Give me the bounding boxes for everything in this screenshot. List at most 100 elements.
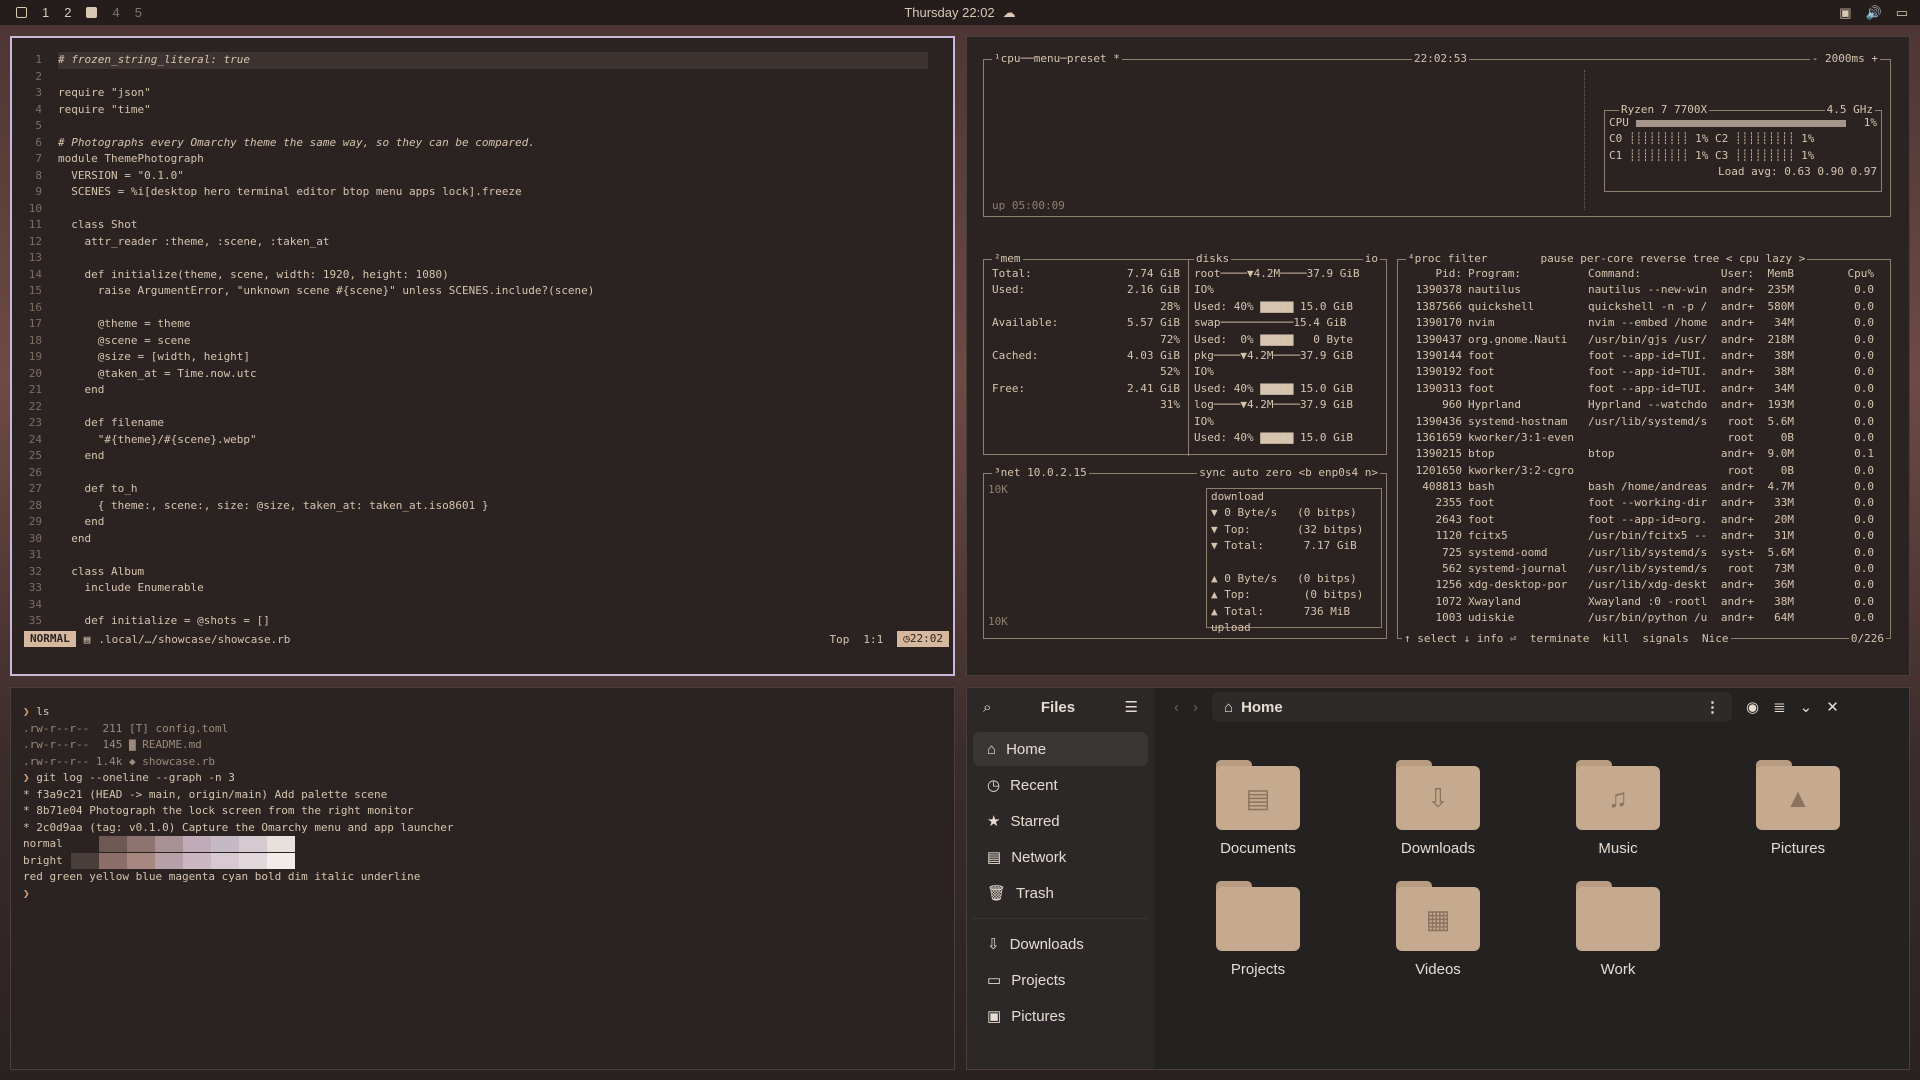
editor-line[interactable]: 15 raise ArgumentError, "unknown scene #… [12,283,928,300]
sidebar-item-recent[interactable]: ◷ Recent [973,768,1148,802]
folder-pictures[interactable]: ▲ Pictures [1708,758,1888,857]
workspace-active-indicator[interactable] [86,7,98,18]
folder-documents[interactable]: ▤ Documents [1168,758,1348,857]
io-toggle[interactable]: io [1362,251,1380,268]
editor-line[interactable]: 13 [12,250,928,267]
proc-row[interactable]: 1390437 org.gnome.Nauti/usr/bin/gjs /usr/… [1402,332,1886,348]
proc-row[interactable]: 2355 foot foot --working-dir andr+ 33M 0.0 [1402,495,1886,511]
proc-row[interactable]: 1201650 kworker/3:2-cgro root 0B 0.0 [1402,463,1886,479]
editor-line[interactable]: 5 [12,118,928,135]
chevron-down-icon[interactable]: ⌄ [1800,698,1813,716]
editor-line[interactable]: 3 require "json" [12,85,928,102]
proc-row[interactable]: 1390144 foot foot --app-id=TUI. andr+ 38M 0.0 [1402,348,1886,364]
sidebar-item-starred[interactable]: ★ Starred [973,804,1148,838]
editor-line[interactable]: 20 @taken_at = Time.now.utc [12,366,928,383]
editor-line[interactable]: 10 [12,201,928,218]
forward-icon[interactable]: › [1193,699,1198,716]
workspace-1[interactable]: 1 [42,5,49,20]
path-bar[interactable]: ⌂ Home ⋮ [1212,692,1732,722]
editor-line[interactable]: 11 class Shot [12,217,928,234]
bookmark-projects[interactable]: ▭ Projects [973,963,1148,997]
close-icon[interactable]: ✕ [1826,698,1839,716]
proc-row[interactable]: 562 systemd-journal/usr/lib/systemd/s root… [1402,561,1886,577]
bookmark-downloads[interactable]: ⇩ Downloads [973,927,1148,961]
editor-line[interactable]: 6 # Photographs every Omarchy theme the s… [12,135,928,152]
proc-row[interactable]: 1003 udiskie/usr/bin/python /u andr+ 64M 0.0 [1402,610,1886,626]
folder-projects[interactable]: Projects [1168,879,1348,978]
proc-row[interactable]: 2643 foot foot --app-id=org. andr+ 20M 0.0 [1402,512,1886,528]
proc-options[interactable]: filter pause per-core reverse tree < cpu… [1448,252,1806,265]
editor-line[interactable]: 9 SCENES = %i[desktop hero terminal edit… [12,184,928,201]
editor-line[interactable]: 8 VERSION = "0.1.0" [12,168,928,185]
editor-line[interactable]: 35 def initialize = @shots = [] [12,613,928,630]
editor-line[interactable]: 32 class Album [12,564,928,581]
process-list[interactable]: Pid: Program: Command: User: MemB Cpu% 1390378… [1402,266,1886,627]
proc-row[interactable]: 1390192 foot foot --app-id=TUI. andr+ 38M 0.0 [1402,364,1886,380]
editor-line[interactable]: 17 @theme = theme [12,316,928,333]
sidebar-item-home[interactable]: ⌂ Home [973,732,1148,766]
btop-window[interactable]: ¹cpu──menu─preset * 22:02:53 - 2000ms + … [966,36,1910,676]
proc-row[interactable]: 1390436 systemd-hostnam/usr/lib/systemd/s… [1402,414,1886,430]
editor-line[interactable]: 18 @scene = scene [12,333,928,350]
list-view-icon[interactable]: ≣ [1773,698,1786,716]
folder-videos[interactable]: ▦ Videos [1348,879,1528,978]
workspace-2[interactable]: 2 [64,5,71,20]
proc-row[interactable]: 960 Hyprland Hyprland --watchdo andr+ 193M 0.… [1402,397,1886,413]
proc-row[interactable]: 1387566 quickshell quickshell -n -p / andr+… [1402,299,1886,315]
interval-control[interactable]: - 2000ms + [1809,51,1880,68]
proc-row[interactable]: 1390170 nvim nvim --embed /home andr+ 34M 0.0 [1402,315,1886,331]
proc-row[interactable]: 1390215 btop btop andr+ 9.0M 0.1 [1402,446,1886,462]
menu-icon[interactable] [16,7,27,18]
volume-icon[interactable]: 🔊 [1866,5,1882,21]
proc-row[interactable]: 1390378 nautilus nautilus --new-win andr+ 23… [1402,282,1886,298]
proc-header-prog[interactable]: Program: [1462,266,1582,282]
terminal-output[interactable]: ❯ ls .rw-r--r-- 211 [T] config.toml .rw-r-… [23,704,453,902]
clock[interactable]: Thursday 22:02 ☁ [904,5,1015,21]
folder-downloads[interactable]: ⇩ Downloads [1348,758,1528,857]
proc-header[interactable]: Pid: Program: Command: User: MemB Cpu% [1402,266,1886,282]
proc-header-mem[interactable]: MemB [1754,266,1795,282]
editor-line[interactable]: 25 end [12,448,928,465]
proc-row[interactable]: 1390313 foot foot --app-id=TUI. andr+ 34M 0.0 [1402,381,1886,397]
bookmark-pictures[interactable]: ▣ Pictures [973,999,1148,1033]
proc-row[interactable]: 725 systemd-oomd/usr/lib/systemd/s syst+ 5.… [1402,545,1886,561]
editor-line[interactable]: 23 def filename [12,415,928,432]
editor-window[interactable]: 1 # frozen_string_literal: true 2 3 require … [10,36,955,676]
camera-icon[interactable]: ◉ [1746,698,1759,716]
editor-line[interactable]: 4 require "time" [12,102,928,119]
editor-line[interactable]: 14 def initialize(theme, scene, width: 1… [12,267,928,284]
editor-line[interactable]: 7 module ThemePhotograph [12,151,928,168]
preset-button[interactable]: preset * [1067,52,1120,65]
editor-line[interactable]: 2 [12,69,928,86]
editor-line[interactable]: 1 # frozen_string_literal: true [12,52,928,69]
screen-icon[interactable]: ▣ [1839,5,1851,21]
proc-row[interactable]: 1120 fcitx5/usr/bin/fcitx5 -- andr+ 31M 0.0 [1402,528,1886,544]
proc-row[interactable]: 408813 bash bash /home/andreas andr+ 4.7M 0.0 [1402,479,1886,495]
editor-line[interactable]: 12 attr_reader :theme, :scene, :taken_at [12,234,928,251]
files-window[interactable]: ⌕ Files ☰ ⌂ Home ◷ Recent ★ Starred ▤ Network 🗑 T… [966,687,1910,1070]
display-icon[interactable]: ▭ [1896,5,1908,21]
proc-header-pid[interactable]: Pid: [1402,266,1463,282]
editor-line[interactable]: 27 def to_h [12,481,928,498]
editor-line[interactable]: 33 include Enumerable [12,580,928,597]
sidebar-item-trash[interactable]: 🗑 Trash [973,876,1148,910]
proc-header-cpu[interactable]: Cpu% [1794,266,1875,282]
editor-line[interactable]: 30 end [12,531,928,548]
editor-line[interactable]: 22 [12,399,928,416]
proc-footer[interactable]: ↑ select ↓ info ⏎ terminate kill signals… [1402,630,1731,647]
back-icon[interactable]: ‹ [1174,699,1179,716]
folder-music[interactable]: ♫ Music [1528,758,1708,857]
terminal-window[interactable]: ❯ ls .rw-r--r-- 211 [T] config.toml .rw-r-… [10,687,955,1070]
proc-header-cmd[interactable]: Command: [1582,266,1710,282]
workspace-4[interactable]: 4 [112,5,119,20]
proc-row[interactable]: 1256 xdg-desktop-por/usr/lib/xdg-deskt and… [1402,577,1886,593]
proc-row[interactable]: 1072 Xwayland Xwayland :0 -rootl andr+ 38M 0.… [1402,594,1886,610]
more-options-icon[interactable]: ⋮ [1705,698,1720,716]
editor-line[interactable]: 19 @size = [width, height] [12,349,928,366]
editor-line[interactable]: 26 [12,465,928,482]
proc-header-user[interactable]: User: [1710,266,1754,282]
editor-line[interactable]: 29 end [12,514,928,531]
editor-line[interactable]: 24 "#{theme}/#{scene}.webp" [12,432,928,449]
hamburger-menu-icon[interactable]: ☰ [1125,698,1138,716]
editor-line[interactable]: 31 [12,547,928,564]
